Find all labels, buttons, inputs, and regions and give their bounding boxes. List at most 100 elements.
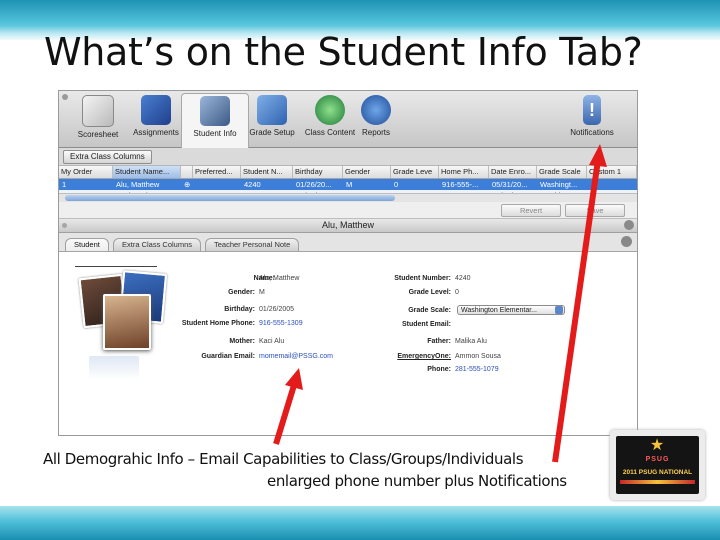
field-label: Gender: bbox=[228, 289, 255, 296]
star-icon: ★ bbox=[649, 437, 665, 454]
table-cell: 0 bbox=[394, 180, 399, 189]
extra-class-columns-button[interactable]: Extra Class Columns bbox=[63, 150, 152, 164]
logo-text: PSUG bbox=[645, 456, 670, 463]
assignments-icon bbox=[141, 95, 171, 125]
scrollbar-thumb[interactable] bbox=[65, 195, 395, 201]
student-name-title: Alu, Matthew bbox=[321, 220, 375, 230]
add-circle-icon[interactable]: ⊕ bbox=[181, 179, 193, 190]
student-photos bbox=[78, 270, 168, 384]
table-cell: 916-555-... bbox=[442, 180, 479, 189]
toolbar-assignments[interactable]: Assignments bbox=[123, 95, 189, 145]
emergency-phone-link[interactable]: 281-555-1079 bbox=[455, 366, 499, 373]
column-header[interactable] bbox=[181, 166, 193, 178]
toolbar-notifications[interactable]: ! Notifications bbox=[559, 95, 625, 145]
field-label: Grade Scale: bbox=[408, 307, 451, 314]
column-header-sorted[interactable]: Student Name... bbox=[113, 166, 181, 178]
detail-tabs: Student Extra Class Columns Teacher Pers… bbox=[59, 233, 637, 252]
toolbar-reports[interactable]: Reports bbox=[343, 95, 409, 145]
gender-value: M bbox=[259, 289, 265, 296]
table-cell: 1 bbox=[62, 180, 67, 189]
photo-reflection bbox=[89, 356, 139, 380]
tab-student[interactable]: Student bbox=[65, 238, 109, 251]
column-header[interactable]: Home Ph... bbox=[439, 166, 489, 178]
class-content-icon bbox=[315, 95, 345, 125]
grade-setup-icon bbox=[257, 95, 287, 125]
father-value: Malika Alu bbox=[455, 338, 487, 345]
toolbar-label: Grade Setup bbox=[249, 128, 295, 137]
toolbar-grade-setup[interactable]: Grade Setup bbox=[239, 95, 305, 145]
slide-title: What’s on the Student Info Tab? bbox=[44, 30, 643, 74]
toolbar-scoresheet[interactable]: Scoresheet bbox=[65, 95, 131, 145]
window-dot[interactable] bbox=[62, 223, 67, 228]
column-header[interactable]: Date Enro... bbox=[489, 166, 537, 178]
horizontal-scrollbar[interactable] bbox=[59, 193, 637, 202]
toolbar-label: Scoresheet bbox=[77, 130, 119, 139]
toolbar-label: Reports bbox=[361, 128, 390, 137]
column-header[interactable]: Student N... bbox=[241, 166, 293, 178]
save-button[interactable]: Save bbox=[565, 204, 625, 217]
student-name-bar: Alu, Matthew bbox=[59, 219, 637, 233]
column-header[interactable]: Custom 1 bbox=[587, 166, 637, 178]
field-label: Phone: bbox=[427, 366, 451, 373]
mother-value: Kaci Alu bbox=[259, 338, 285, 345]
field-label: Grade Level: bbox=[408, 289, 451, 296]
caption-line-2: enlarged phone number plus Notifications bbox=[267, 472, 567, 490]
emergency-one-value: Ammon Sousa bbox=[455, 353, 501, 360]
column-header[interactable]: Birthday bbox=[293, 166, 343, 178]
grade-scale-value: Washington Elementar... bbox=[461, 307, 538, 314]
student-home-phone-link[interactable]: 916-555-1309 bbox=[259, 320, 303, 327]
column-header[interactable]: Preferred... bbox=[193, 166, 241, 178]
app-window: Scoresheet Assignments Student Info Grad… bbox=[58, 90, 638, 436]
student-detail-panel: Name: Alu, Matthew Gender: M Birthday: 0… bbox=[59, 252, 637, 435]
column-header[interactable]: Grade Leve bbox=[391, 166, 439, 178]
birthday-value: 01/26/2005 bbox=[259, 306, 295, 313]
student-number-value: 4240 bbox=[455, 275, 471, 282]
caption-line-1: All Demograhic Info – Email Capabilities… bbox=[43, 450, 524, 468]
field-label: Student Number: bbox=[394, 275, 451, 282]
field-label: Mother: bbox=[229, 338, 255, 345]
gear-icon[interactable] bbox=[621, 236, 632, 247]
field-label: Student Home Phone: bbox=[181, 320, 255, 327]
table-cell: Washingt... bbox=[540, 180, 578, 189]
chevron-down-icon bbox=[555, 306, 563, 314]
revert-button[interactable]: Revert bbox=[501, 204, 561, 217]
field-label: Father: bbox=[427, 338, 451, 345]
scoresheet-icon bbox=[82, 95, 114, 127]
grade-level-value: 0 bbox=[455, 289, 459, 296]
name-value: Alu, Matthew bbox=[259, 275, 300, 282]
bottom-decorative-band bbox=[0, 506, 720, 540]
field-label: Birthday: bbox=[224, 306, 255, 313]
student-photo-main bbox=[103, 294, 151, 350]
field-label: Guardian Email: bbox=[201, 353, 255, 360]
logo-stripe bbox=[620, 480, 695, 484]
toolbar-label: Assignments bbox=[133, 128, 179, 137]
emergency-one-label[interactable]: EmergencyOne: bbox=[359, 353, 451, 360]
class-columns-bar: Extra Class Columns bbox=[59, 148, 637, 166]
logo-panel: ★ PSUG 2011 PSUG NATIONAL bbox=[616, 436, 699, 494]
table-cell: M bbox=[346, 180, 353, 189]
exclamation-icon: ! bbox=[583, 95, 601, 125]
column-header[interactable]: My Order bbox=[59, 166, 113, 178]
close-icon[interactable] bbox=[624, 220, 634, 230]
psug-national-logo: ★ PSUG 2011 PSUG NATIONAL bbox=[610, 430, 705, 500]
column-header[interactable]: Gender bbox=[343, 166, 391, 178]
table-row[interactable]: 1 Alu, Matthew ⊕ 4240 01/26/20... M 0 91… bbox=[59, 179, 637, 190]
logo-text: 2011 PSUG NATIONAL bbox=[622, 469, 693, 476]
action-bar: Revert Save bbox=[59, 202, 637, 219]
tab-extra-class-columns[interactable]: Extra Class Columns bbox=[113, 238, 202, 251]
guardian-email-link[interactable]: momemail@PSSG.com bbox=[259, 353, 333, 360]
table-cell: 05/31/20... bbox=[492, 180, 528, 189]
main-toolbar: Scoresheet Assignments Student Info Grad… bbox=[59, 91, 637, 148]
reports-icon bbox=[361, 95, 391, 125]
grid-header: My Order Student Name... Preferred... St… bbox=[59, 166, 637, 179]
table-cell: 01/26/20... bbox=[296, 180, 332, 189]
divider bbox=[75, 266, 157, 267]
field-label: Student Email: bbox=[401, 321, 451, 328]
student-info-icon bbox=[200, 96, 230, 126]
table-cell: 4240 bbox=[244, 180, 261, 189]
tab-teacher-personal-note[interactable]: Teacher Personal Note bbox=[205, 238, 300, 251]
grade-scale-select[interactable]: Washington Elementar... bbox=[457, 305, 565, 315]
column-header[interactable]: Grade Scale bbox=[537, 166, 587, 178]
toolbar-label: Notifications bbox=[570, 128, 614, 137]
table-cell: Alu, Matthew bbox=[116, 180, 160, 189]
